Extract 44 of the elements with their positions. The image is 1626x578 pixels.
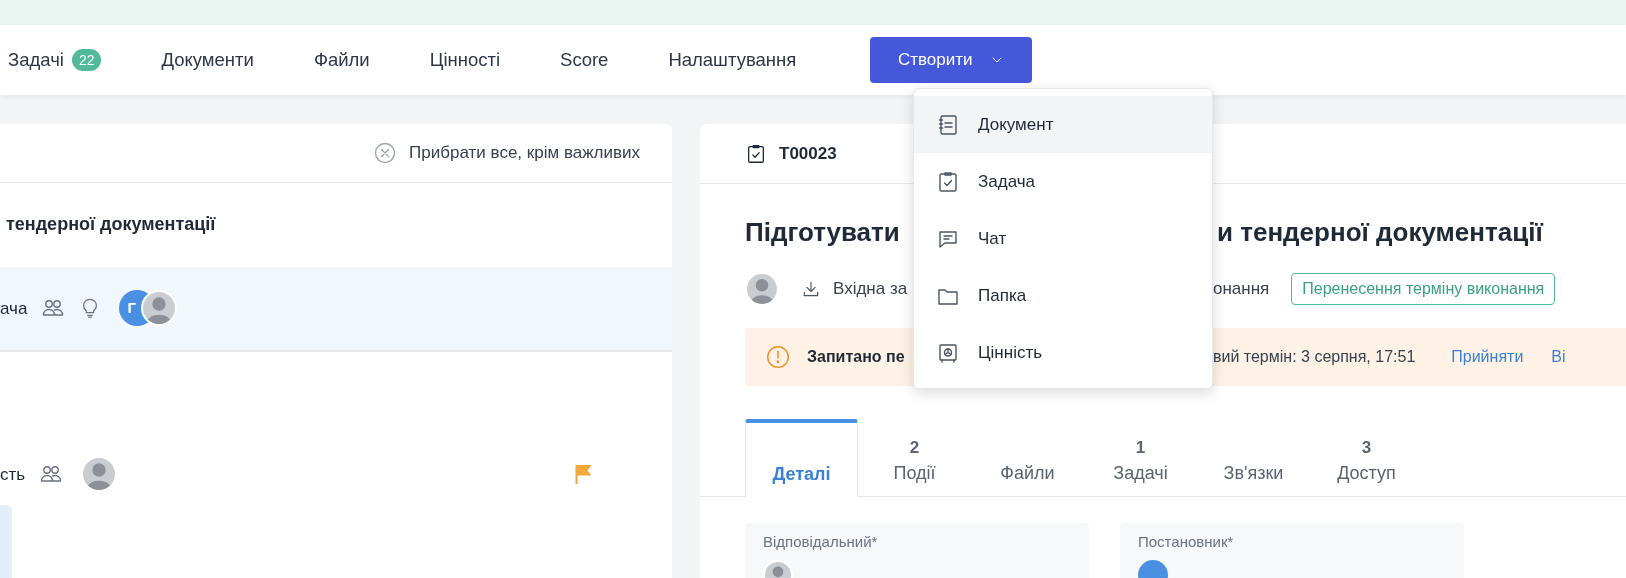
field-label: Відповідальний* [763,532,879,552]
nav-link[interactable]: Задачі 22 [8,46,102,74]
warning-icon [765,344,791,370]
nav-link[interactable]: Score [560,46,609,74]
action-link[interactable]: Прийняти [1451,345,1524,369]
source-label: Вхідна за [833,278,908,301]
nav-link[interactable]: Налаштування [668,46,797,74]
notebook-icon [936,112,960,137]
tab[interactable]: 2 Події [858,418,971,496]
menu-item[interactable]: Цінність [914,324,1212,381]
notice-text: вий термін: 3 серпня, 17:51 [1213,347,1416,367]
status-label: онання [1213,278,1270,301]
create-button[interactable]: Створити [870,37,1033,83]
task-title: и тендерної документації [1217,215,1543,249]
nav-link[interactable]: Файли [313,46,370,74]
task-title: Підготувати [745,216,900,247]
tab[interactable]: Зв'язки [1197,418,1310,496]
clipboard-check-icon [745,142,767,165]
nav-link[interactable]: Цінності [429,46,501,74]
nav-link[interactable]: Документи [161,46,254,74]
notice-title: Запитано пе [807,347,905,367]
menu-item[interactable]: Задача [914,153,1212,210]
task-title: тендерної документації [6,213,216,237]
avatar [141,290,178,327]
task-type: ача [0,297,28,320]
clipboard-check-icon [936,169,960,194]
menu-item[interactable]: Папка [914,267,1212,324]
task-id: T00023 [779,142,837,165]
menu-item[interactable]: Документ [914,96,1212,153]
action-link[interactable]: Ві [1551,345,1566,369]
clear-button[interactable]: Прибрати все, крім важливих [373,140,640,166]
status-tag: Перенесення терміну виконання [1291,273,1556,305]
tab[interactable]: 1 Задачі [1084,418,1197,496]
flag-icon [572,463,594,486]
count-badge: 22 [71,49,102,71]
tab[interactable]: Файли [971,418,1084,496]
tab[interactable]: Деталі [745,419,858,497]
tab[interactable]: 3 Доступ [1310,418,1423,496]
menu-item[interactable]: Чат [914,210,1212,267]
download-icon [801,279,821,299]
field-label: Постановник* [1138,532,1235,552]
task-row[interactable]: ача Г [0,266,672,353]
task-type: сть [0,463,26,486]
close-circle-icon [373,141,398,165]
